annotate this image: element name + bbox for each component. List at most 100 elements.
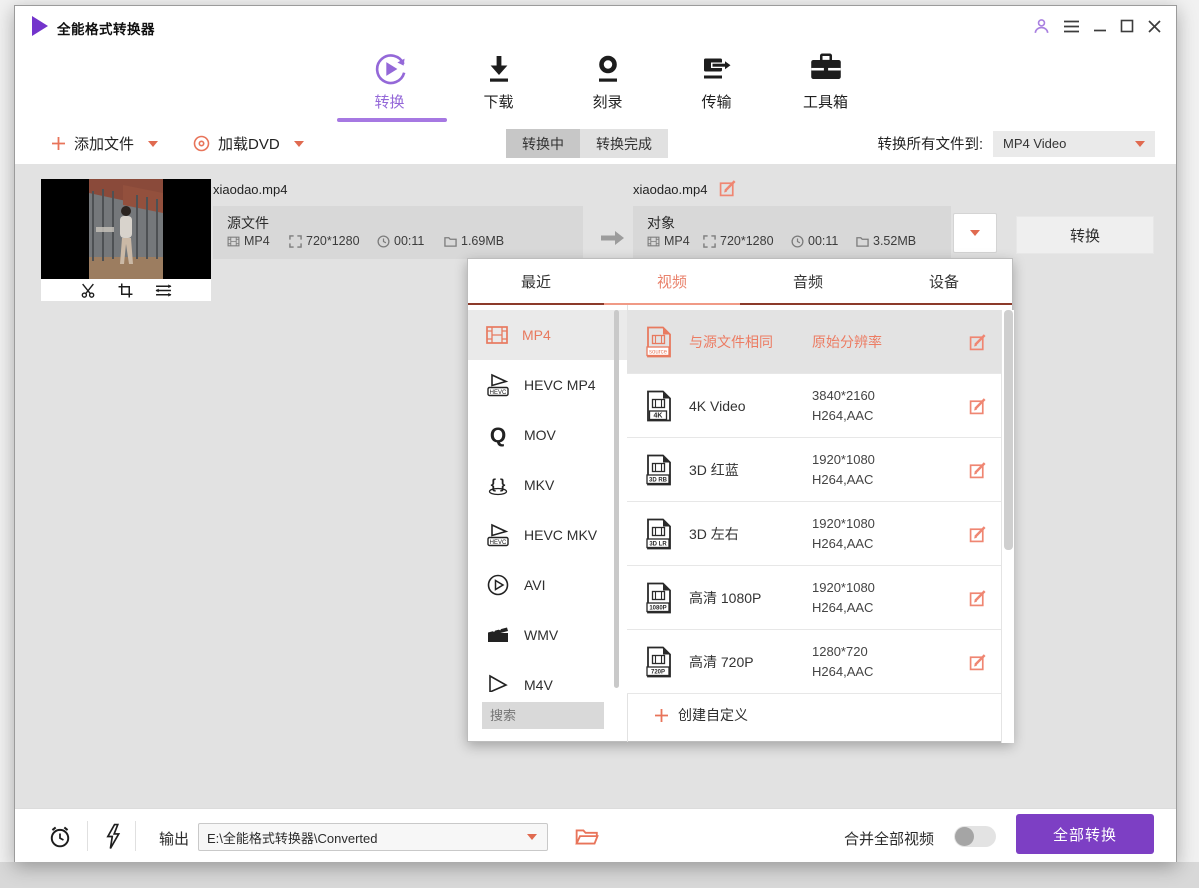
tab-transfer[interactable]: 传输 [662,46,771,118]
tab-download[interactable]: 下载 [444,46,553,118]
convert-row-button[interactable]: 转换 [1016,216,1154,254]
preset-list-scrollbar-track[interactable] [1001,310,1014,743]
video-preview-image [41,179,211,279]
plus-icon [51,136,66,151]
720p-file-icon: 720P [645,646,673,678]
tab-transfer-label: 传输 [701,91,731,112]
convert-status-tabs: 转换中 转换完成 [506,129,668,158]
wmv-clapperboard-icon [485,622,511,648]
format-item-mkv[interactable]: { } MKV [468,460,627,510]
add-files-button[interactable]: 添加文件 [51,123,158,164]
load-dvd-caret-icon[interactable] [294,141,304,147]
source-size: 1.69MB [444,234,504,248]
target-info-panel: 对象 MP4 720*1280 00:11 3.52MB [633,206,951,259]
plus-icon [654,708,669,723]
account-icon[interactable] [1033,18,1050,35]
video-thumbnail [41,179,211,301]
open-output-folder-icon[interactable] [575,828,599,846]
preset-row-same-as-source[interactable]: source 与源文件相同 原始分辨率 [627,310,1001,374]
format-item-avi[interactable]: AVI [468,560,627,610]
edit-preset-icon[interactable] [969,333,987,351]
edit-preset-icon[interactable] [969,589,987,607]
preset-name: 高清 720P [689,652,812,672]
crop-icon[interactable] [118,283,133,298]
add-files-label: 添加文件 [74,133,134,154]
trim-scissors-icon[interactable] [80,283,96,298]
target-format-dropdown-button[interactable] [953,213,997,253]
source-info-panel: 源文件 MP4 720*1280 00:11 1.69MB [213,206,583,259]
resolution-icon [703,235,716,248]
format-item-hevc-mp4[interactable]: HEVC HEVC MP4 [468,360,627,410]
tab-convert-label: 转换 [374,91,404,112]
close-icon[interactable] [1147,19,1162,34]
edit-preset-icon[interactable] [969,653,987,671]
film-icon [647,235,660,248]
popup-tab-video[interactable]: 视频 [604,259,740,303]
output-format-select[interactable]: MP4 Video [993,131,1155,157]
preset-codec: H264,AAC [812,598,942,618]
edit-preset-icon[interactable] [969,397,987,415]
app-window: 全能格式转换器 [14,5,1177,862]
bottom-bar: 输出 E:\全能格式转换器\Converted 合并全部视频 全部转换 [15,808,1176,862]
convert-all-button[interactable]: 全部转换 [1016,814,1154,854]
merge-videos-toggle[interactable] [954,826,996,847]
preset-row-hd-720p[interactable]: 720P 高清 720P 1280*720 H264,AAC [627,630,1001,694]
create-custom-button[interactable]: 创建自定义 [654,705,748,725]
create-custom-label: 创建自定义 [678,705,748,725]
preset-row-3d-rb[interactable]: 3D RB 3D 红蓝 1920*1080 H264,AAC [627,438,1001,502]
preset-codec: H264,AAC [812,470,942,490]
source-panel-label: 源文件 [227,213,269,233]
preset-specs: 1920*1080 H264,AAC [812,514,942,554]
preset-codec: H264,AAC [812,534,942,554]
format-list-scrollbar[interactable] [614,310,619,688]
window-controls [1033,6,1168,46]
target-panel-label: 对象 [647,213,675,233]
format-item-wmv[interactable]: WMV [468,610,627,660]
target-filename: xiaodao.mp4 [633,182,707,197]
download-icon [481,50,517,88]
popup-tab-device[interactable]: 设备 [876,259,1012,303]
popup-tab-recent[interactable]: 最近 [468,259,604,303]
edit-preset-icon[interactable] [969,525,987,543]
preset-row-hd-1080p[interactable]: 1080P 高清 1080P 1920*1080 H264,AAC [627,566,1001,630]
preset-list-scrollbar-thumb[interactable] [1004,310,1013,550]
maximize-icon[interactable] [1120,19,1134,33]
preset-name: 3D 左右 [689,524,812,544]
m4v-icon [485,672,511,692]
svg-text:3D LR: 3D LR [649,541,667,547]
menu-icon[interactable] [1063,19,1080,34]
format-search-input[interactable] [482,702,604,729]
popup-tab-audio[interactable]: 音频 [740,259,876,303]
tab-converted[interactable]: 转换完成 [580,129,668,158]
edit-preset-icon[interactable] [969,461,987,479]
tab-toolbox[interactable]: 工具箱 [771,46,880,118]
tab-burn[interactable]: 刻录 [553,46,662,118]
tab-burn-label: 刻录 [592,91,622,112]
source-resolution: 720*1280 [289,234,360,248]
schedule-clock-icon[interactable] [47,824,73,850]
title-bar: 全能格式转换器 [15,6,1176,46]
preset-resolution: 原始分辨率 [812,332,942,352]
preset-row-4k[interactable]: 4K 4K Video 3840*2160 H264,AAC [627,374,1001,438]
toolbar: 添加文件 加载DVD 转换中 转换完成 转换所有文件到: MP4 Video [15,123,1176,164]
format-item-m4v[interactable]: M4V [468,660,627,692]
effects-adjust-icon[interactable] [155,283,172,298]
active-tab-underline [337,118,447,122]
preset-row-3d-lr[interactable]: 3D LR 3D 左右 1920*1080 H264,AAC [627,502,1001,566]
divider [87,821,88,851]
tab-converting[interactable]: 转换中 [506,129,580,158]
add-files-caret-icon[interactable] [148,141,158,147]
load-dvd-label: 加载DVD [218,133,280,154]
high-speed-bolt-icon[interactable] [103,823,123,850]
minimize-icon[interactable] [1093,19,1107,33]
format-item-mp4[interactable]: MP4 [468,310,627,360]
preset-name: 与源文件相同 [689,332,812,352]
load-dvd-button[interactable]: 加载DVD [193,123,304,164]
format-item-mov[interactable]: Q MOV [468,410,627,460]
svg-text:Q: Q [490,424,506,447]
output-path-select[interactable]: E:\全能格式转换器\Converted [198,823,548,851]
format-item-hevc-mkv[interactable]: HEVC HEVC MKV [468,510,627,560]
rename-edit-icon[interactable] [719,179,737,197]
tab-convert[interactable]: 转换 [335,46,444,118]
divider [135,821,136,851]
